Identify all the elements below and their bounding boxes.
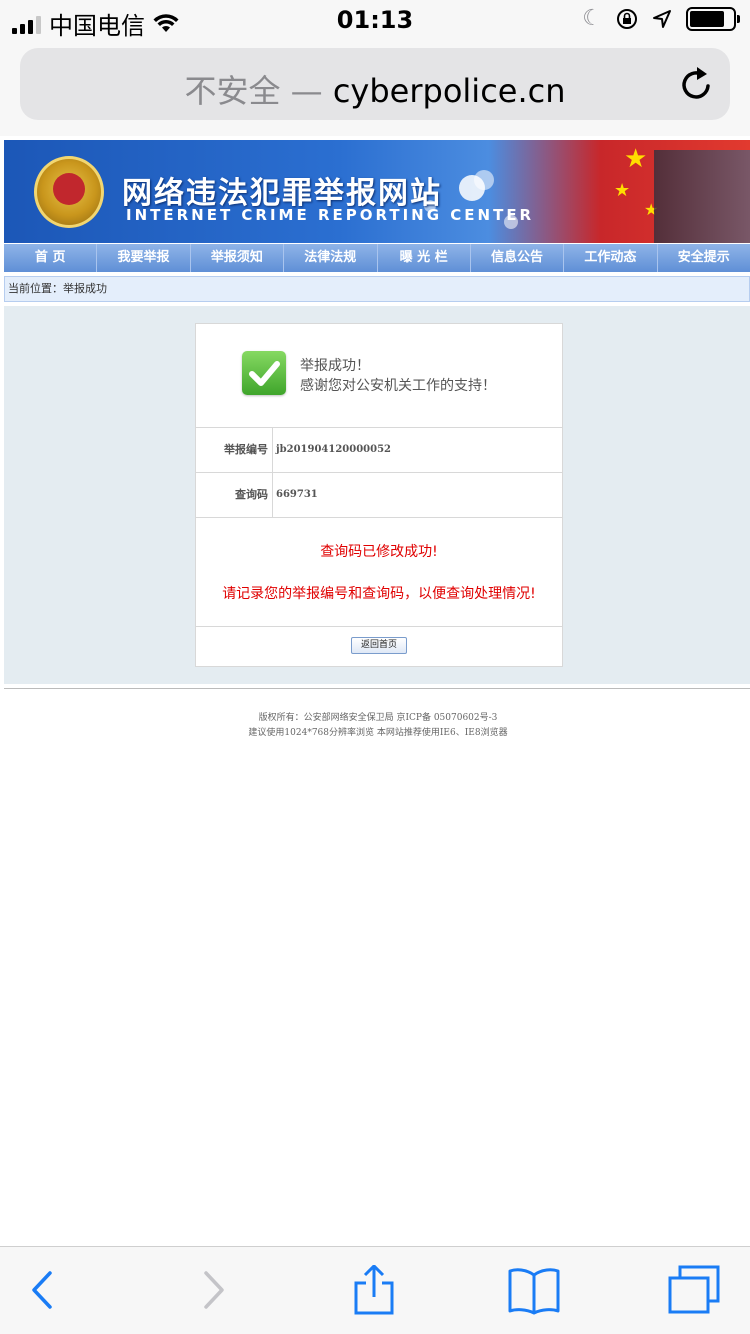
- share-icon[interactable]: [346, 1265, 402, 1315]
- status-bar: 中国电信 01:13 ☾: [0, 0, 750, 40]
- police-emblem-icon: [34, 156, 104, 228]
- site-banner: ★ ★ ★ 网络违法犯罪举报网站 INTERNET CRIME REPORTIN…: [4, 140, 750, 243]
- ie-logo-icon: [459, 175, 485, 201]
- nav-exposure[interactable]: 曝 光 栏: [378, 244, 471, 272]
- footer-copyright: 版权所有：公安部网络安全保卫局 京ICP备 05070602号-3: [258, 713, 498, 723]
- nav-report-notice[interactable]: 举报须知: [191, 244, 285, 272]
- report-id-value: jb201904120000052: [276, 444, 391, 455]
- tabs-icon[interactable]: [666, 1265, 722, 1315]
- site-subtitle: INTERNET CRIME REPORTING CENTER: [126, 206, 535, 224]
- success-title: 举报成功！: [300, 358, 370, 374]
- main-content: 举报成功！ 感谢您对公安机关工作的支持！ 举报编号 jb201904120000…: [4, 306, 750, 684]
- reload-icon[interactable]: [680, 66, 714, 102]
- browser-address-area: 不安全 — cyberpolice.cn: [0, 40, 750, 136]
- notice-code-changed: 查询码已修改成功!: [320, 544, 438, 560]
- flag-star-icon: ★: [624, 144, 648, 174]
- nav-laws[interactable]: 法律法规: [284, 244, 378, 272]
- browser-toolbar: [0, 1246, 750, 1334]
- site-footer: 版权所有：公安部网络安全保卫局 京ICP备 05070602号-3 建议使用10…: [0, 711, 750, 741]
- success-message: 感谢您对公安机关工作的支持！: [300, 378, 496, 394]
- main-nav: 首 页 我要举报 举报须知 法律法规 曝 光 栏 信息公告 工作动态 安全提示: [4, 244, 750, 272]
- report-id-row: 举报编号 jb201904120000052: [196, 428, 562, 473]
- back-home-button[interactable]: 返回首页: [351, 637, 407, 654]
- nav-report[interactable]: 我要举报: [97, 244, 191, 272]
- police-officers-image: [654, 150, 750, 243]
- bookmarks-icon[interactable]: [506, 1265, 562, 1315]
- checkmark-icon: [242, 351, 286, 395]
- moon-icon: ☾: [582, 6, 602, 31]
- flag-star-icon: ★: [614, 180, 631, 201]
- query-code-label: 查询码: [196, 473, 273, 517]
- nav-home[interactable]: 首 页: [4, 244, 98, 272]
- forward-icon[interactable]: [184, 1265, 240, 1315]
- report-id-label: 举报编号: [196, 428, 273, 472]
- url-separator: —: [290, 72, 323, 110]
- footer-browser-note: 建议使用1024*768分辨率浏览 本网站推荐使用IE6、IE8浏览器: [248, 728, 508, 738]
- address-bar[interactable]: 不安全 — cyberpolice.cn: [20, 48, 730, 120]
- footer-divider: [4, 688, 750, 689]
- orientation-lock-icon: [617, 8, 637, 29]
- breadcrumb: 当前位置：举报成功: [4, 276, 750, 302]
- query-code-value: 669731: [276, 489, 318, 500]
- url-domain: cyberpolice.cn: [332, 72, 566, 110]
- result-card: 举报成功！ 感谢您对公安机关工作的支持！ 举报编号 jb201904120000…: [195, 323, 563, 667]
- back-icon[interactable]: [16, 1265, 72, 1315]
- battery-icon: [686, 6, 740, 31]
- nav-work-news[interactable]: 工作动态: [564, 244, 658, 272]
- success-header: 举报成功！ 感谢您对公安机关工作的支持！: [196, 324, 562, 428]
- notice-record-info: 请记录您的举报编号和查询码，以便查询处理情况!: [222, 586, 536, 602]
- security-label: 不安全: [184, 72, 281, 110]
- notice-area: 查询码已修改成功! 请记录您的举报编号和查询码，以便查询处理情况!: [196, 518, 562, 627]
- location-arrow-icon: [653, 9, 671, 28]
- nav-security-tips[interactable]: 安全提示: [658, 244, 750, 272]
- nav-announcements[interactable]: 信息公告: [471, 244, 565, 272]
- query-code-row: 查询码 669731: [196, 473, 562, 518]
